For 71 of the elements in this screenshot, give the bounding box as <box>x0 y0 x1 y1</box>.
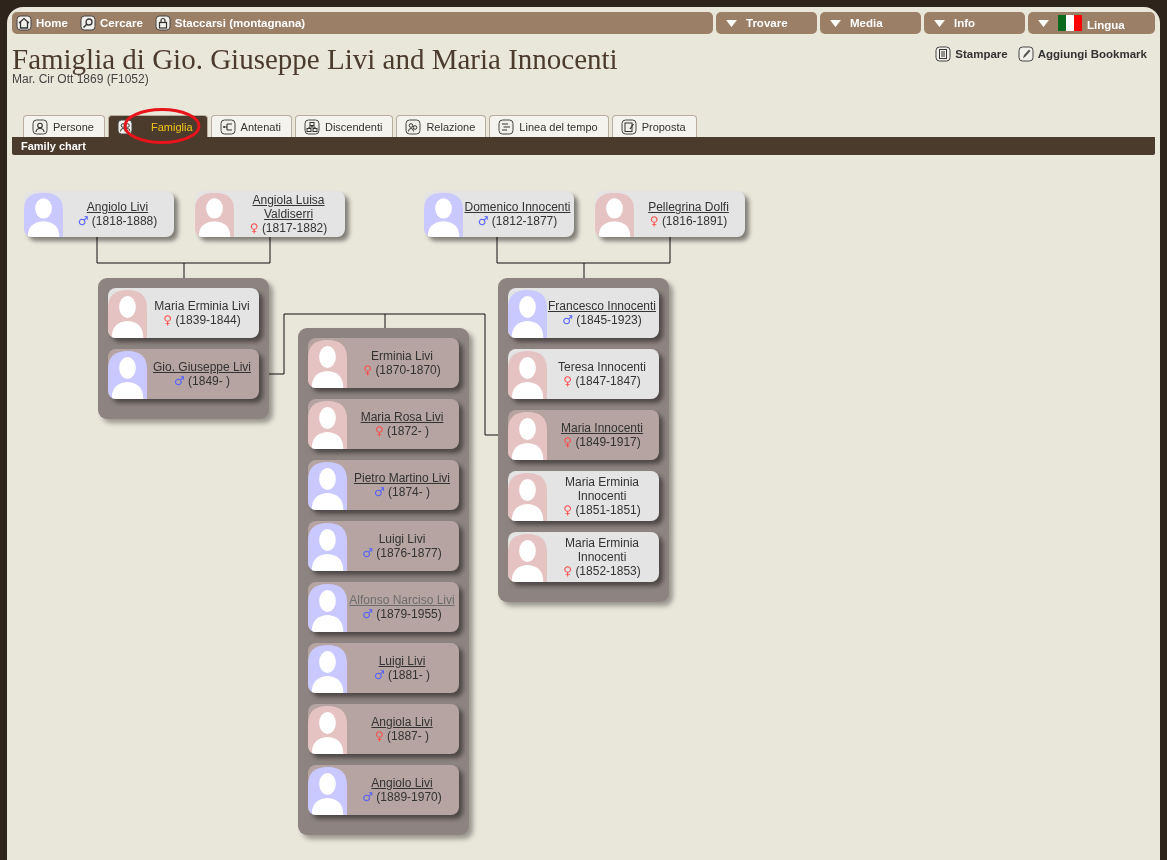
person-name: Maria Erminia Livi <box>154 299 250 313</box>
person-name[interactable]: Angiola Luisa Valdiserri <box>232 193 345 221</box>
person-dates: ♀ (1849-1917) <box>563 435 641 449</box>
person-dates: ♂ (1849- ) <box>173 374 231 388</box>
tab[interactable]: Proposta <box>611 115 697 137</box>
nav-link[interactable]: Staccarsi (montagnana) <box>154 15 306 31</box>
tab[interactable]: Famiglia <box>108 115 208 137</box>
person-name: Erminia Livi <box>371 349 433 363</box>
person-name[interactable]: Angiola Livi <box>371 715 433 729</box>
person-dates: ♂ (1812-1877) <box>477 214 558 228</box>
person-name[interactable]: Angiolo Livi <box>371 776 433 790</box>
person-name[interactable]: Gio. Giuseppe Livi <box>152 360 252 374</box>
person-name[interactable]: Francesco Innocenti <box>547 299 657 313</box>
chart-icon <box>303 118 320 135</box>
nav-link[interactable]: Cercare <box>79 15 143 31</box>
menu-button[interactable]: Media <box>820 12 921 34</box>
person-dates: ♂ (1881- ) <box>373 668 431 682</box>
menu-button[interactable]: Lingua <box>1028 12 1155 34</box>
person-name[interactable]: Maria Innocenti <box>560 421 643 435</box>
action-link[interactable]: Aggiungi Bookmark <box>1017 46 1147 62</box>
person-dates: ♂ (1889-1970) <box>362 790 442 804</box>
tree-icon <box>219 118 236 135</box>
tab[interactable]: Discendenti <box>294 115 394 137</box>
nav-link[interactable]: Home <box>16 15 68 31</box>
person-name: Luigi Livi <box>378 532 426 546</box>
home-icon <box>16 15 32 31</box>
person-dates: ♀ (1839-1844) <box>163 313 241 327</box>
person-dates: ♀ (1817-1882) <box>249 221 328 235</box>
person-dates: ♂ (1874- ) <box>373 485 431 499</box>
action-link[interactable]: Stampare <box>935 46 1008 62</box>
person-name[interactable]: Pellegrina Dolfi <box>648 200 729 214</box>
tab[interactable]: Persone <box>23 115 105 137</box>
menu-button[interactable]: Trovare <box>716 12 817 34</box>
person-dates: ♂ (1876-1877) <box>362 546 442 560</box>
person-dates: ♂ (1879-1955) <box>362 607 442 621</box>
pencil-icon <box>620 118 637 135</box>
person-name[interactable]: Angiolo Livi <box>86 200 149 214</box>
pencil-icon <box>1017 46 1034 62</box>
tab[interactable]: Linea del tempo <box>489 115 609 137</box>
person-dates: ♀ (1847-1847) <box>563 374 641 388</box>
caret-icon <box>934 19 945 27</box>
person-dates: ♀ (1816-1891) <box>649 214 728 228</box>
lines-icon <box>498 118 515 135</box>
person-name[interactable]: Luigi Livi <box>378 654 426 668</box>
search-icon <box>79 15 96 31</box>
person-name: Teresa Innocenti <box>557 360 647 374</box>
person-dates: ♀ (1852-1853) <box>563 564 641 578</box>
lock-icon <box>154 15 171 31</box>
person-icon <box>32 118 48 135</box>
document-icon <box>935 46 952 62</box>
people-icon <box>405 118 422 135</box>
section-header: Family chart <box>12 137 1155 155</box>
caret-icon <box>830 19 841 27</box>
person-dates: ♀ (1887- ) <box>374 729 430 743</box>
person-name[interactable]: Domenico Innocenti <box>464 200 571 214</box>
caret-icon <box>1038 19 1049 27</box>
tab[interactable]: Antenati <box>210 115 292 137</box>
person-dates: ♀ (1872- ) <box>374 424 430 438</box>
person-dates: ♀ (1870-1870) <box>363 363 441 377</box>
person-dates: ♂ (1818-1888) <box>77 214 158 228</box>
person-name: Maria Erminia Innocenti <box>564 536 640 564</box>
caret-icon <box>726 19 737 27</box>
flag-icon <box>1058 15 1082 31</box>
person-name[interactable]: Pietro Martino Livi <box>353 471 450 485</box>
page-title: Famiglia di Gio. Giuseppe Livi and Maria Innocenti <box>12 42 618 75</box>
person-name: Maria Erminia Innocenti <box>564 475 640 503</box>
person-dates: ♀ (1851-1851) <box>563 503 641 517</box>
tab[interactable]: Relazione <box>396 115 487 137</box>
person-dates: ♂ (1845-1923) <box>562 313 642 327</box>
menu-button[interactable]: Info <box>924 12 1025 34</box>
person-name[interactable]: Maria Rosa Livi <box>360 410 444 424</box>
